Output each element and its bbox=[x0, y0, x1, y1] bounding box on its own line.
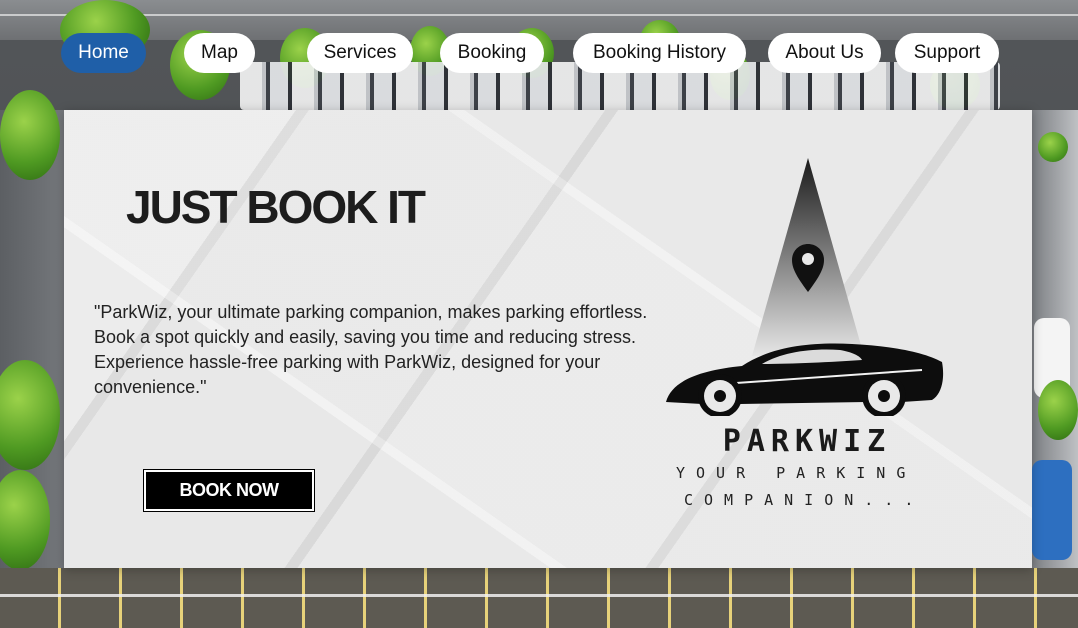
nav-booking-history[interactable]: Booking History bbox=[573, 33, 746, 73]
hero-panel: JUST BOOK IT "ParkWiz, your ultimate par… bbox=[64, 110, 1032, 568]
main-nav: Home Map Services Booking Booking Histor… bbox=[0, 0, 1078, 110]
sports-car-icon bbox=[666, 343, 944, 418]
nav-about-us[interactable]: About Us bbox=[768, 33, 881, 73]
parkwiz-logo: PARKWIZ YOUR PARKING COMPANION... bbox=[662, 156, 952, 516]
nav-home[interactable]: Home bbox=[61, 33, 146, 73]
hero-description: "ParkWiz, your ultimate parking companio… bbox=[94, 302, 648, 397]
hero-headline: JUST BOOK IT bbox=[126, 181, 426, 233]
logo-graphic bbox=[666, 158, 944, 418]
logo-tagline-line2: COMPANION... bbox=[684, 491, 925, 509]
logo-tagline-line1: YOUR PARKING bbox=[676, 464, 917, 482]
nav-map[interactable]: Map bbox=[184, 33, 255, 73]
nav-services[interactable]: Services bbox=[307, 33, 413, 73]
nav-booking[interactable]: Booking bbox=[440, 33, 544, 73]
book-now-button[interactable]: BOOK NOW bbox=[143, 469, 315, 512]
logo-title: PARKWIZ bbox=[722, 424, 892, 459]
nav-support[interactable]: Support bbox=[895, 33, 999, 73]
